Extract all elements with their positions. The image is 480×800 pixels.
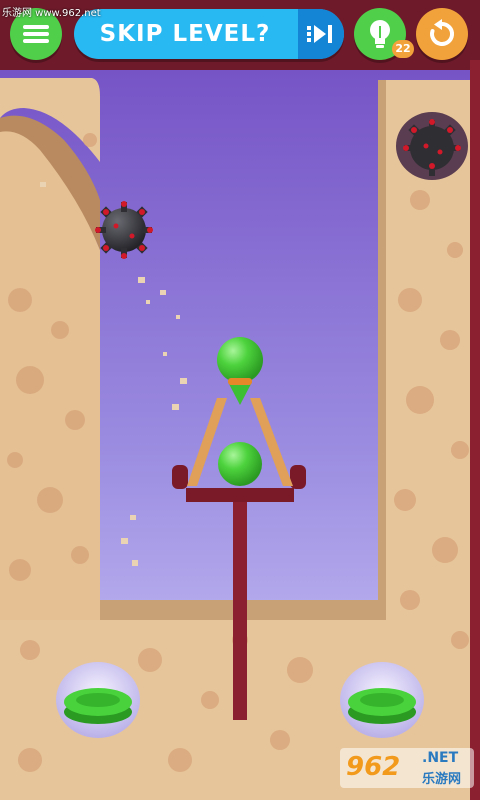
platform (186, 488, 294, 502)
restart-icon (430, 19, 455, 46)
lightbulb-icon (370, 20, 390, 48)
platform-left-cap (172, 465, 188, 489)
green-ball-top (217, 337, 263, 383)
menu-icon (23, 22, 49, 46)
logo-number: 962 (346, 752, 401, 782)
skip-level-button[interactable]: SKIP LEVEL? (74, 9, 344, 59)
right-wall-edge (378, 80, 386, 620)
left-goal-cup (64, 688, 132, 724)
green-ball-bottom (218, 442, 262, 486)
orange-clip (228, 378, 252, 385)
bomb-left[interactable] (92, 198, 156, 262)
bomb-right[interactable] (400, 116, 464, 180)
logo-cn: 乐游网 (422, 772, 462, 787)
right-goal-cup (348, 688, 416, 724)
site-watermark: 乐游网 www.962.net (2, 8, 101, 19)
logo-watermark: 962 .NET 乐游网 (340, 748, 474, 788)
logo-tld: .NET (422, 750, 459, 766)
skip-forward-icon (298, 9, 344, 59)
side-strip-right (470, 60, 480, 800)
pole (233, 495, 247, 720)
restart-button[interactable] (416, 8, 468, 60)
hint-count-badge: 22 (392, 40, 414, 58)
skip-level-label: SKIP LEVEL? (99, 21, 271, 47)
